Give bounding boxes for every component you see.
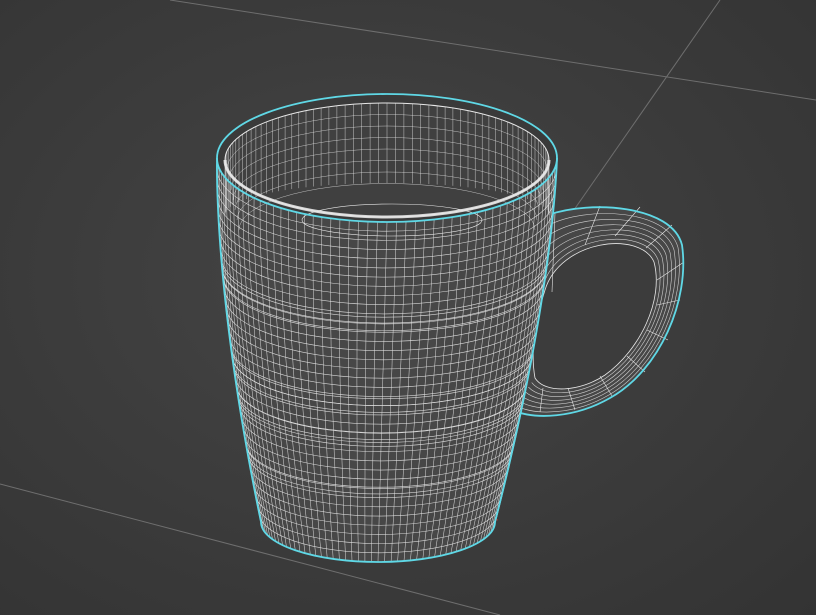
3d-viewport[interactable]: Z — [0, 0, 816, 615]
grid-line — [169, 0, 816, 101]
grid-line — [559, 0, 721, 231]
viewport-canvas[interactable]: Z — [0, 0, 816, 615]
mug-wireframe[interactable] — [216, 93, 685, 563]
